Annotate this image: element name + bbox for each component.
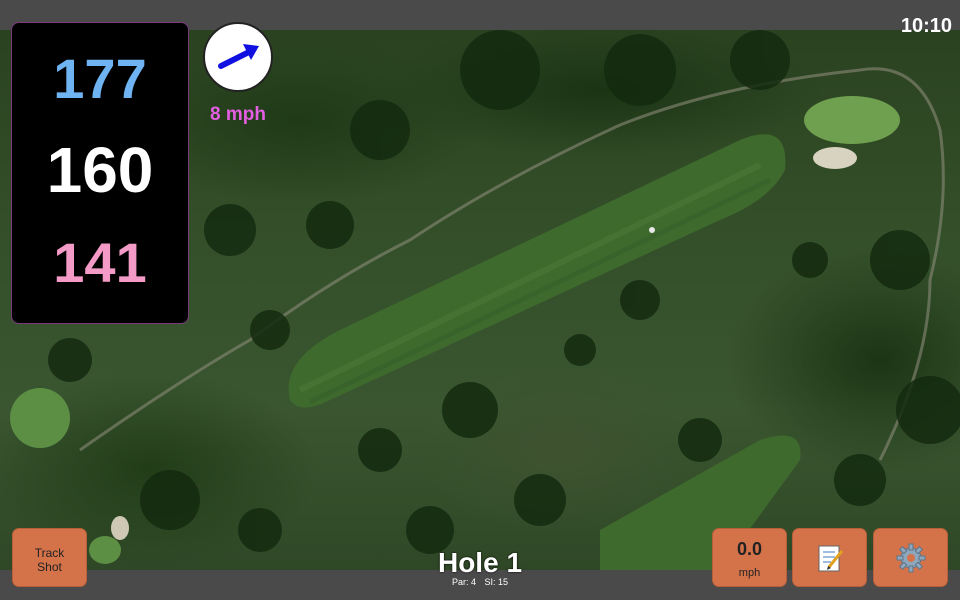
- hole-par: Par: 4: [451, 577, 476, 587]
- clock: 10:10: [900, 15, 952, 37]
- hole-title: Hole 1: [437, 547, 523, 578]
- settings-button[interactable]: [873, 528, 948, 587]
- speed-unit: mph: [738, 567, 761, 579]
- wind-indicator: [203, 22, 273, 92]
- track-shot-label-line2: Shot: [37, 560, 62, 574]
- speed-value: 0.0: [736, 539, 763, 559]
- track-shot-label-line1: Track: [34, 546, 65, 560]
- back-distance: 177: [53, 47, 147, 110]
- notes-button[interactable]: [792, 528, 867, 587]
- green: [804, 96, 900, 144]
- yardage-panel: 177 160 141: [11, 22, 189, 324]
- center-distance: 160: [46, 134, 154, 206]
- notepad-icon: [818, 545, 844, 572]
- left-green: [10, 388, 70, 448]
- ball-marker: [649, 227, 655, 233]
- hole-stroke-index: SI: 15: [484, 577, 509, 587]
- front-distance: 141: [53, 231, 147, 294]
- track-shot-button[interactable]: Track Shot: [12, 528, 87, 587]
- hole-meta: Par: 4 SI: 15: [380, 577, 580, 587]
- bunker: [813, 147, 857, 169]
- wind-speed: 8 mph: [210, 104, 266, 125]
- speed-button[interactable]: 0.0 mph: [712, 528, 787, 587]
- wind-direction-arrow-icon: [218, 44, 259, 69]
- gear-icon: [896, 543, 926, 573]
- golf-gps-app: 10:10 177 160 141 8 mph Track Shot Hole …: [0, 0, 960, 600]
